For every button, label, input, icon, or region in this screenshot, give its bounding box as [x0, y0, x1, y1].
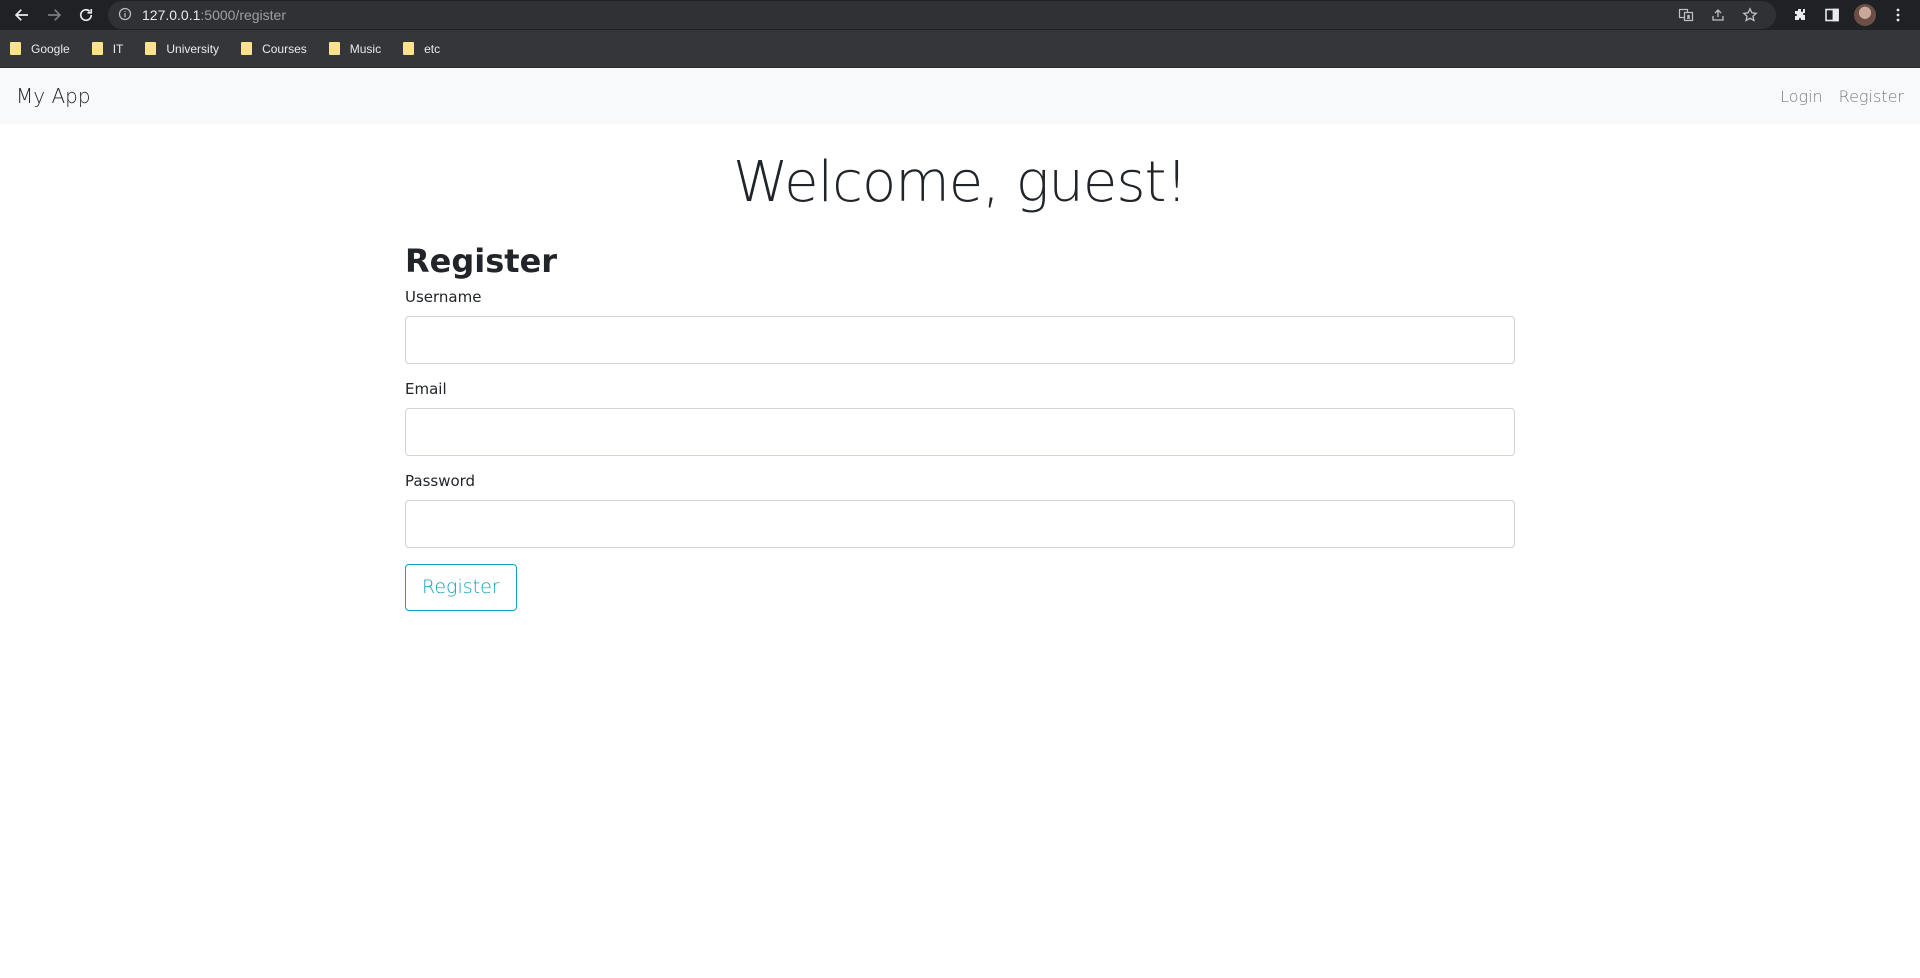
- register-form: Username Email Password Register: [405, 288, 1515, 611]
- bookmark-google[interactable]: Google: [10, 42, 70, 56]
- folder-icon: [328, 42, 340, 55]
- folder-icon: [241, 42, 253, 55]
- folder-icon: [145, 42, 157, 55]
- folder-icon: [403, 42, 415, 55]
- password-label: Password: [405, 471, 476, 490]
- bookmark-university[interactable]: University: [145, 42, 219, 56]
- bookmark-courses[interactable]: Courses: [241, 42, 307, 56]
- url-host: 127.0.0.1: [142, 7, 201, 23]
- share-icon[interactable]: [1702, 1, 1734, 29]
- bookmark-it[interactable]: IT: [91, 42, 123, 56]
- bookmarks-bar: Google IT University Courses Music etc: [0, 30, 1920, 68]
- main-content: Welcome, guest! Register Username Email …: [405, 152, 1515, 611]
- brand-link[interactable]: My App: [16, 84, 91, 108]
- username-label: Username: [405, 287, 482, 306]
- browser-toolbar: 127.0.0.1:5000/register: [0, 0, 1920, 30]
- username-input[interactable]: [405, 315, 1515, 364]
- email-input[interactable]: [405, 407, 1515, 456]
- side-panel-icon[interactable]: [1816, 1, 1848, 29]
- bookmark-star-icon[interactable]: [1734, 1, 1766, 29]
- username-group: Username: [405, 288, 1515, 364]
- site-info-icon[interactable]: [118, 7, 134, 23]
- app-navbar: My App Login Register: [0, 68, 1920, 124]
- extensions-icon[interactable]: [1784, 1, 1816, 29]
- url-path: :5000/register: [200, 7, 286, 23]
- bookmark-music[interactable]: Music: [328, 42, 381, 56]
- form-title: Register: [405, 241, 558, 280]
- folder-icon: [91, 42, 103, 55]
- translate-icon[interactable]: [1670, 1, 1702, 29]
- nav-register-link[interactable]: Register: [1839, 87, 1904, 106]
- password-group: Password: [405, 472, 1515, 548]
- bookmark-etc[interactable]: etc: [403, 42, 440, 56]
- forward-icon[interactable]: [38, 1, 70, 29]
- email-label: Email: [405, 379, 447, 398]
- menu-kebab-icon[interactable]: [1882, 1, 1914, 29]
- email-group: Email: [405, 380, 1515, 456]
- profile-avatar[interactable]: [1854, 4, 1876, 26]
- nav-login-link[interactable]: Login: [1780, 87, 1823, 106]
- reload-icon[interactable]: [70, 1, 102, 29]
- folder-icon: [10, 42, 21, 55]
- back-icon[interactable]: [6, 1, 38, 29]
- register-submit-button[interactable]: Register: [405, 563, 517, 611]
- welcome-heading: Welcome, guest!: [733, 150, 1188, 215]
- password-input[interactable]: [405, 499, 1515, 548]
- address-bar[interactable]: 127.0.0.1:5000/register: [108, 1, 1776, 29]
